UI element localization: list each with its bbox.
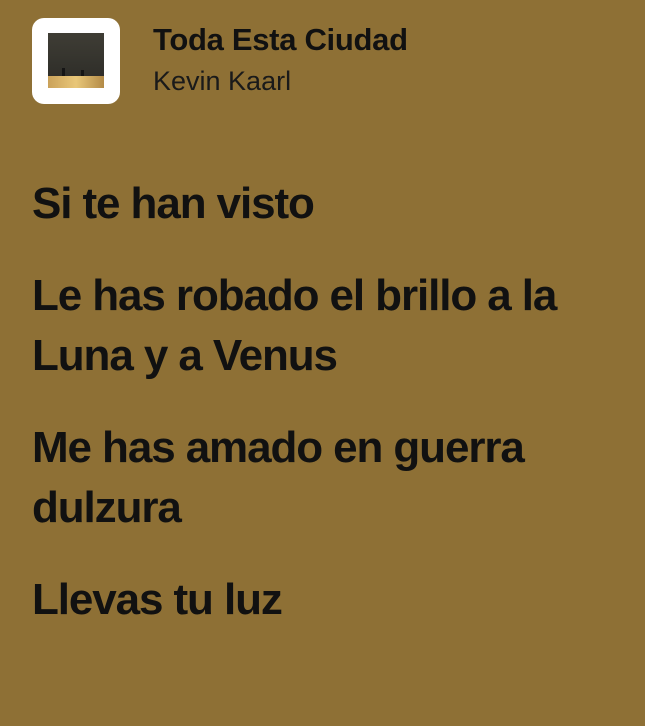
track-info: Toda Esta Ciudad Kevin Kaarl — [153, 21, 408, 101]
lyric-line: Le has robado el brillo a la Luna y a Ve… — [32, 271, 557, 380]
cover-light-floor — [48, 76, 104, 88]
album-cover[interactable] — [32, 18, 120, 104]
lyrics-list: Si te han visto Le has robado el brillo … — [32, 174, 622, 662]
album-cover-image — [48, 33, 104, 88]
lyric-line: Llevas tu luz — [32, 575, 283, 624]
lyrics-card: Toda Esta Ciudad Kevin Kaarl Si te han v… — [0, 0, 645, 726]
track-artist[interactable]: Kevin Kaarl — [153, 61, 408, 101]
track-header[interactable]: Toda Esta Ciudad Kevin Kaarl — [32, 18, 408, 104]
track-title[interactable]: Toda Esta Ciudad — [153, 21, 408, 59]
lyric-line: Me has amado en guerra dulzura — [32, 423, 525, 532]
lyric-line: Si te han visto — [32, 179, 315, 228]
